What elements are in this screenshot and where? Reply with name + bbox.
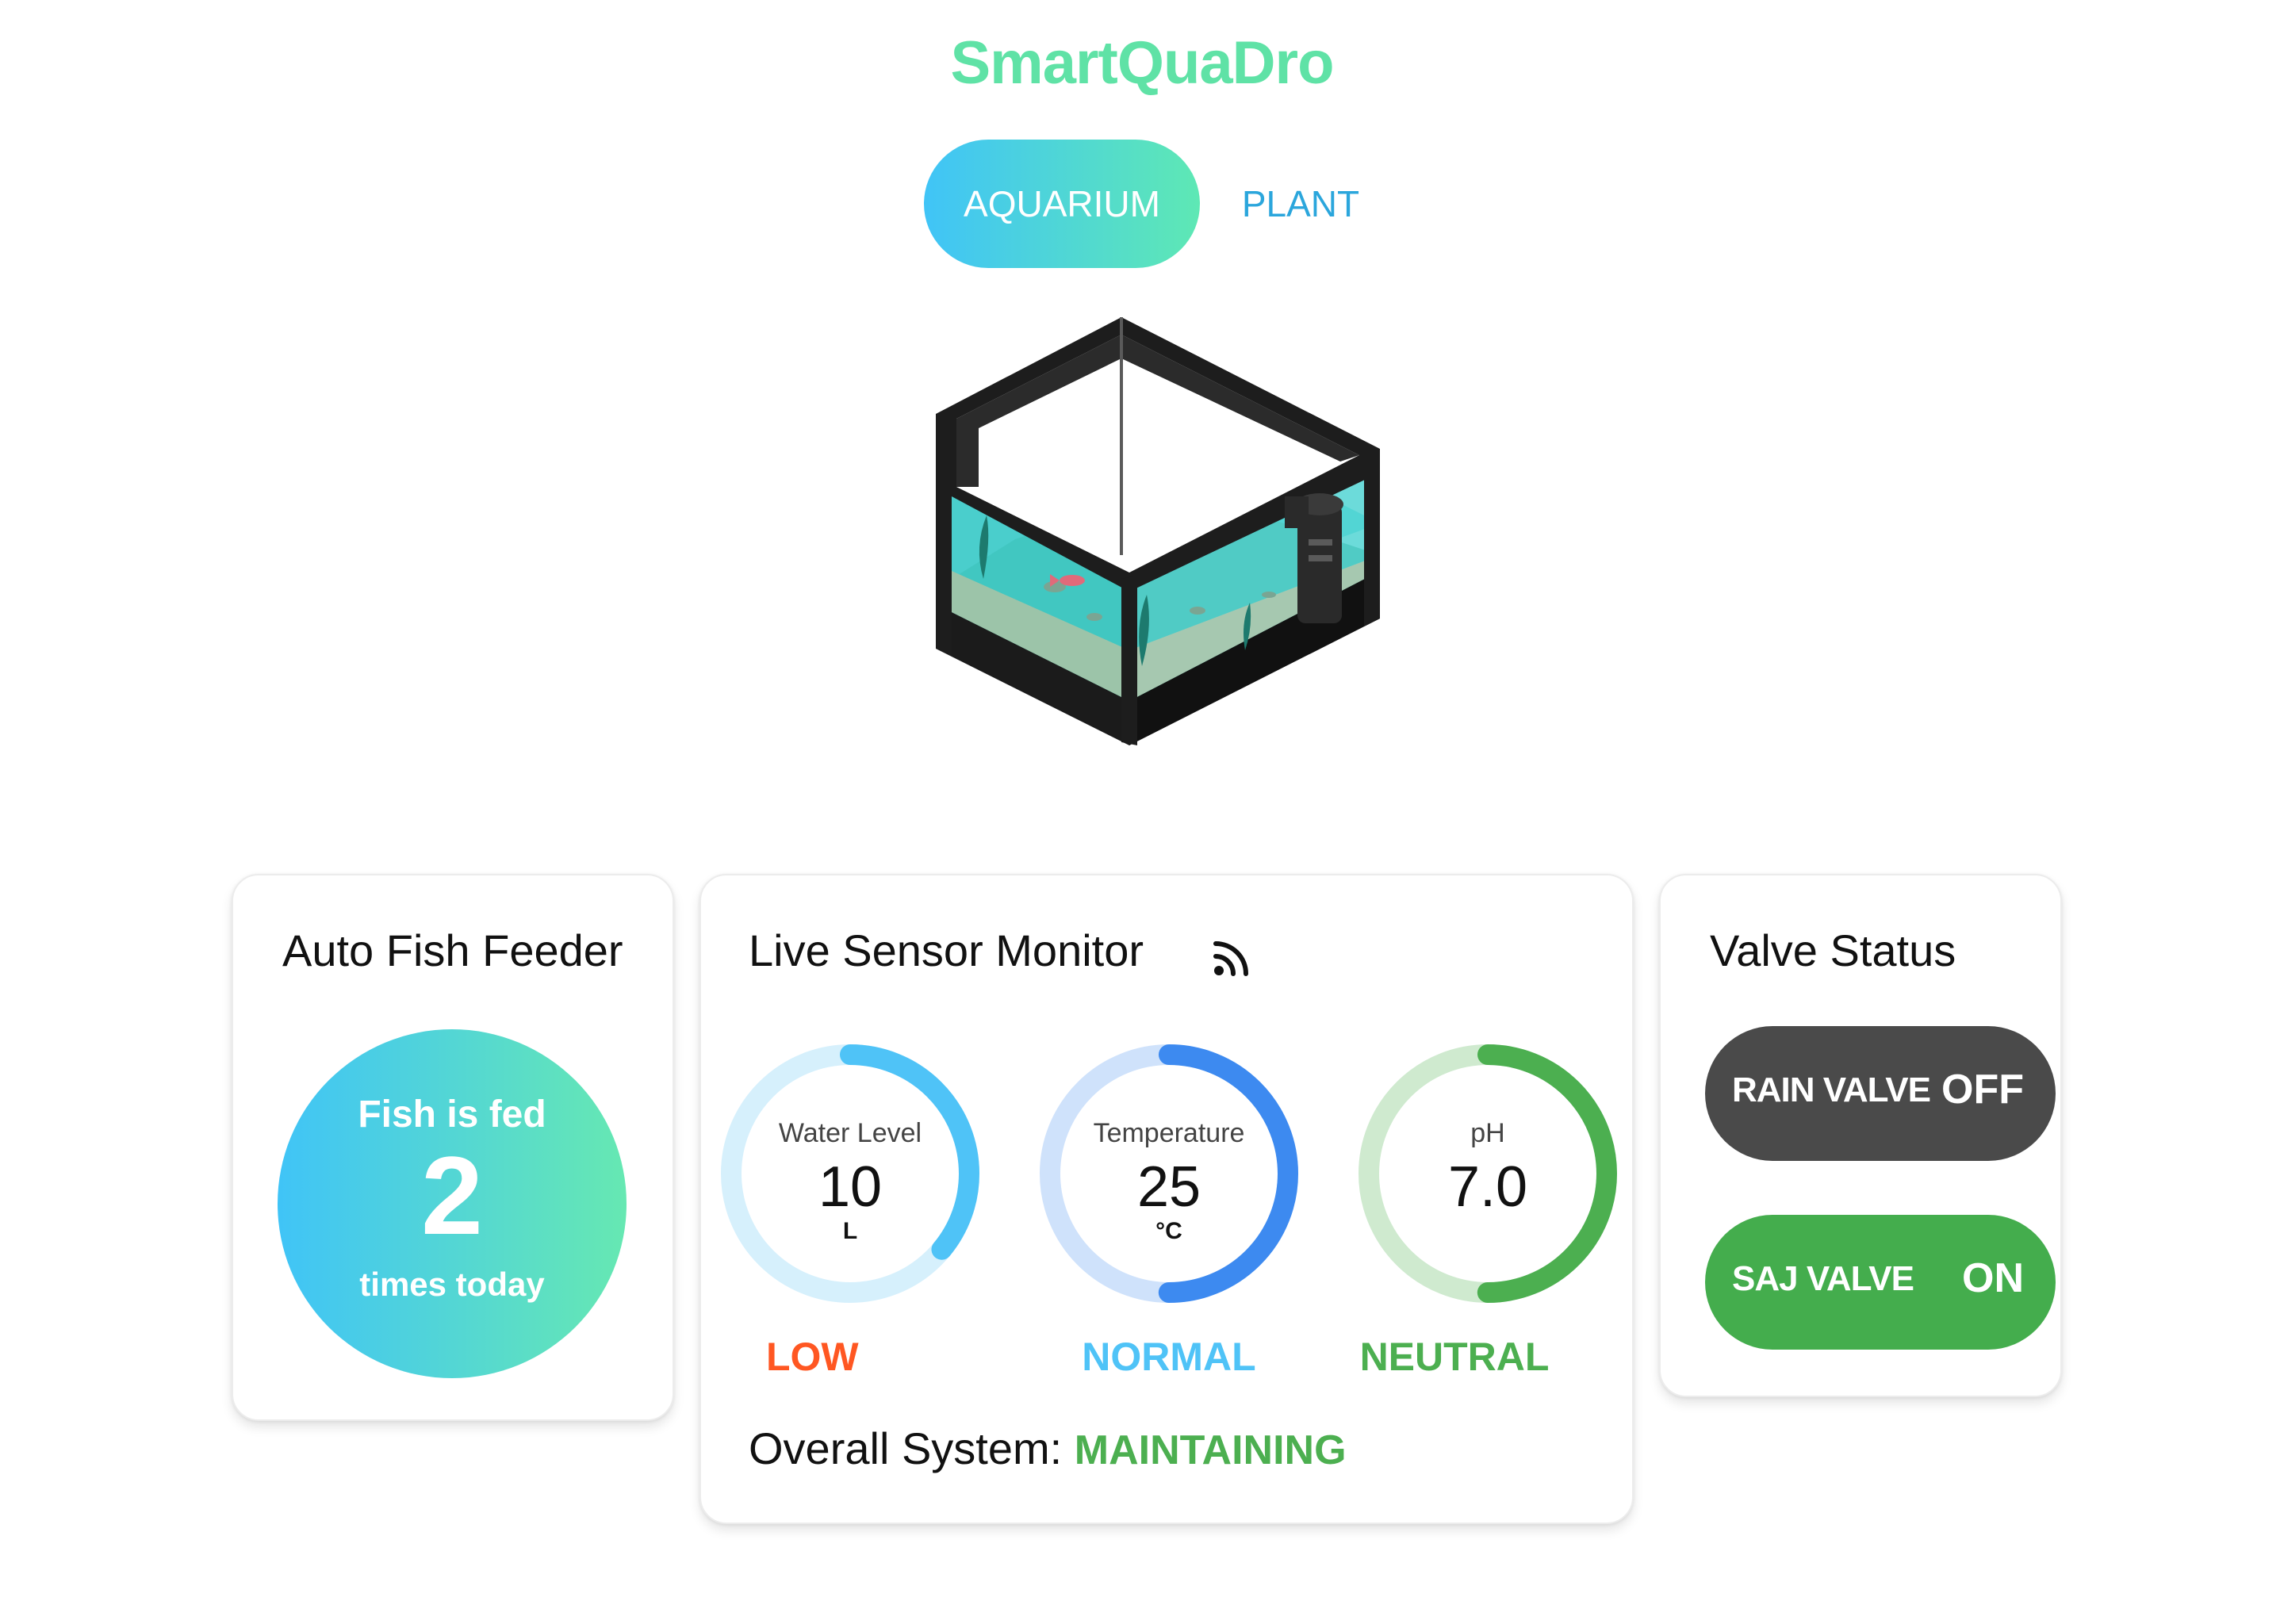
rain-valve-state: OFF	[1941, 1067, 2024, 1113]
rain-valve-label: RAIN VALVE	[1732, 1071, 1931, 1109]
sensor-title: Live Sensor Monitor	[749, 925, 1144, 975]
feeder-title: Auto Fish Feeder	[282, 925, 623, 975]
saj-valve-label: SAJ VALVE	[1732, 1259, 1914, 1298]
mode-tabs: AQUARIUM PLANT	[924, 140, 1376, 268]
valve-title: Valve Status	[1710, 925, 1956, 975]
valve-status-card: Valve Status RAIN VALVE OFF SAJ VALVE ON	[1659, 874, 2062, 1397]
overall-system-label: Overall System:	[749, 1423, 1063, 1473]
water-level-status: LOW	[766, 1335, 859, 1379]
feed-count: 2	[421, 1133, 483, 1258]
water-level-unit: L	[842, 1218, 858, 1244]
ph-status: NEUTRAL	[1359, 1335, 1550, 1379]
feed-count-circle: Fish is fed 2 times today	[278, 1029, 627, 1378]
ph-value: 7.0	[1447, 1155, 1528, 1219]
ph-label: pH	[1470, 1118, 1505, 1148]
tab-plant[interactable]: PLANT	[1225, 140, 1376, 268]
live-sensor-card: Live Sensor Monitor Water Level 10 L LOW…	[699, 874, 1634, 1524]
feed-count-caption: times today	[359, 1266, 545, 1303]
tab-aquarium[interactable]: AQUARIUM	[924, 140, 1200, 268]
fish-feeder-card: Auto Fish Feeder Fish is fed 2 times tod…	[232, 874, 674, 1421]
temperature-label: Temperature	[1093, 1118, 1245, 1148]
saj-valve-state: ON	[1962, 1255, 2024, 1301]
temperature-value: 25	[1136, 1155, 1201, 1219]
water-level-value: 10	[818, 1155, 883, 1219]
rain-valve-toggle[interactable]: RAIN VALVE OFF	[1705, 1026, 2056, 1161]
rss-feed-icon	[1213, 941, 1248, 976]
aquarium-illustration	[936, 317, 1380, 745]
feed-status-text: Fish is fed	[358, 1094, 546, 1136]
saj-valve-toggle[interactable]: SAJ VALVE ON	[1705, 1215, 2056, 1350]
page: SmartQuaDro AQUARIUM PLANT Auto Fish Fee…	[0, 0, 2284, 1624]
overall-system: Overall System: MAINTAINING	[749, 1423, 1347, 1474]
temperature-unit: °C	[1155, 1218, 1182, 1244]
water-level-gauge: Water Level 10 L	[715, 1039, 985, 1308]
overall-system-value: MAINTAINING	[1074, 1427, 1347, 1473]
temperature-gauge: Temperature 25 °C	[1034, 1039, 1304, 1308]
ph-gauge: pH 7.0	[1353, 1039, 1623, 1308]
app-title: SmartQuaDro	[950, 29, 1334, 97]
water-level-label: Water Level	[778, 1118, 922, 1148]
temperature-status: NORMAL	[1082, 1335, 1256, 1379]
